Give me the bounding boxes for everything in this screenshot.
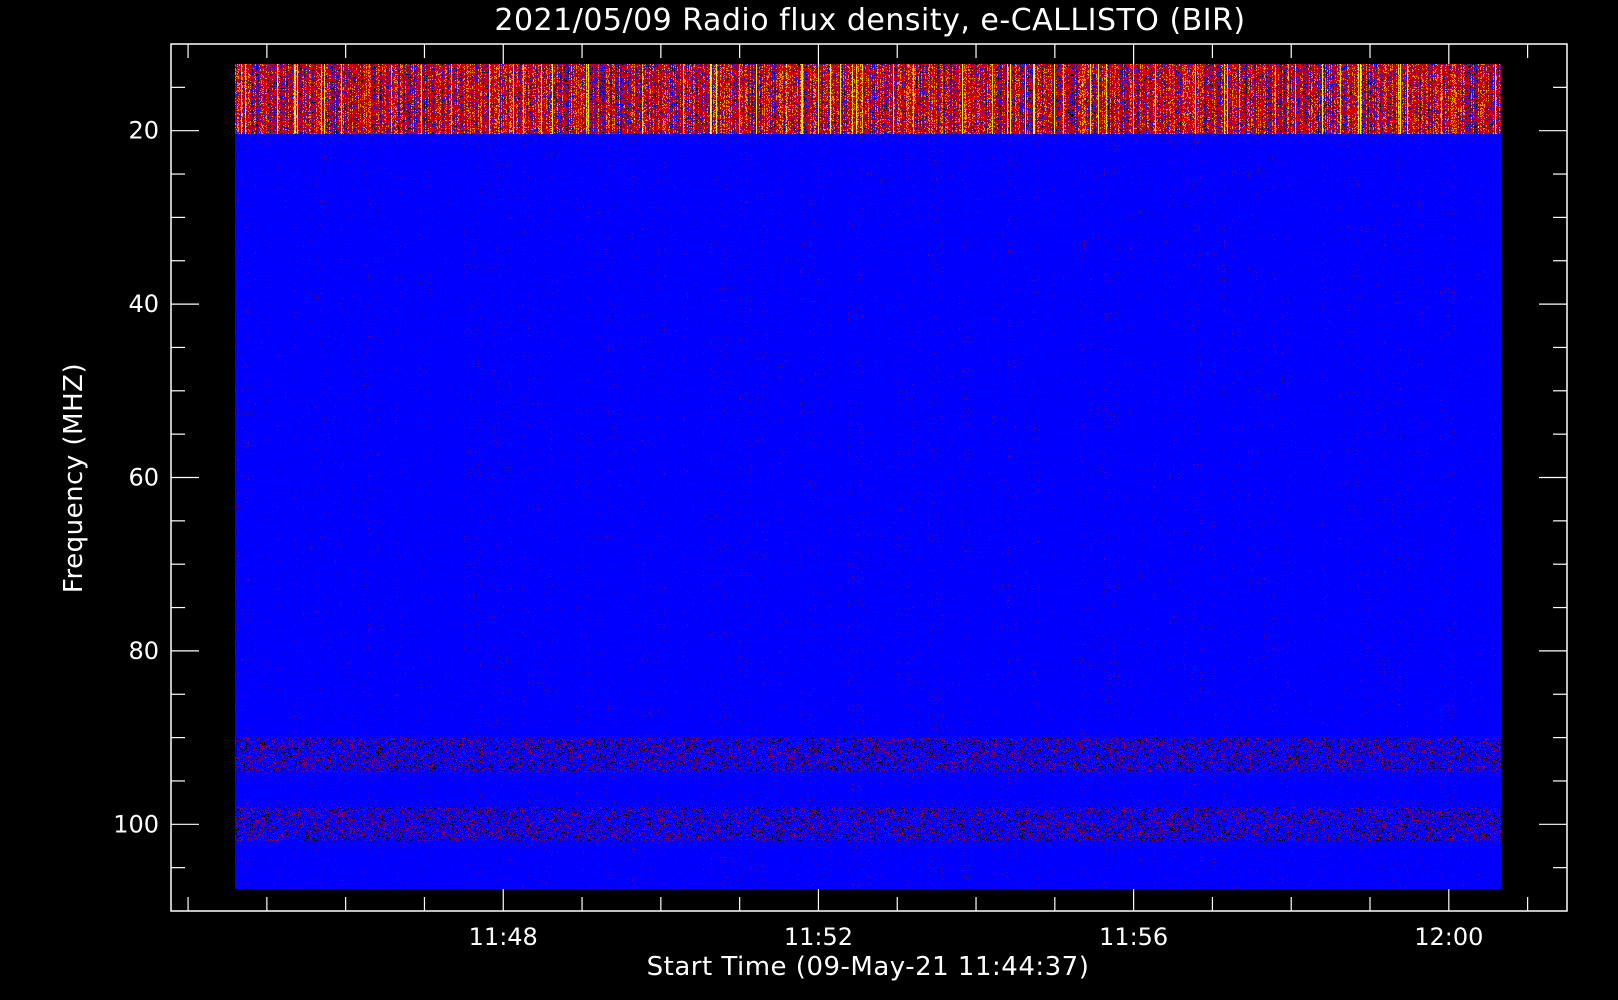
chart-container: 2021/05/09 Radio flux density, e-CALLIST…: [0, 0, 1618, 1000]
y-tick-label: 60: [128, 464, 159, 492]
x-axis-title: Start Time (09-May-21 11:44:37): [647, 952, 1090, 982]
y-axis-title: Frequency (MHZ): [59, 363, 89, 593]
x-tick-label: 11:48: [469, 923, 538, 951]
y-tick-label: 40: [128, 290, 159, 318]
spectrogram-heatmap: [235, 64, 1501, 889]
x-tick-label: 11:56: [1099, 923, 1168, 951]
y-tick-label: 100: [113, 810, 159, 838]
y-tick-label: 20: [128, 117, 159, 145]
y-tick-label: 80: [128, 637, 159, 665]
chart-title: 2021/05/09 Radio flux density, e-CALLIST…: [494, 3, 1245, 38]
x-tick-label: 11:52: [784, 923, 853, 951]
x-tick-label: 12:00: [1414, 923, 1483, 951]
